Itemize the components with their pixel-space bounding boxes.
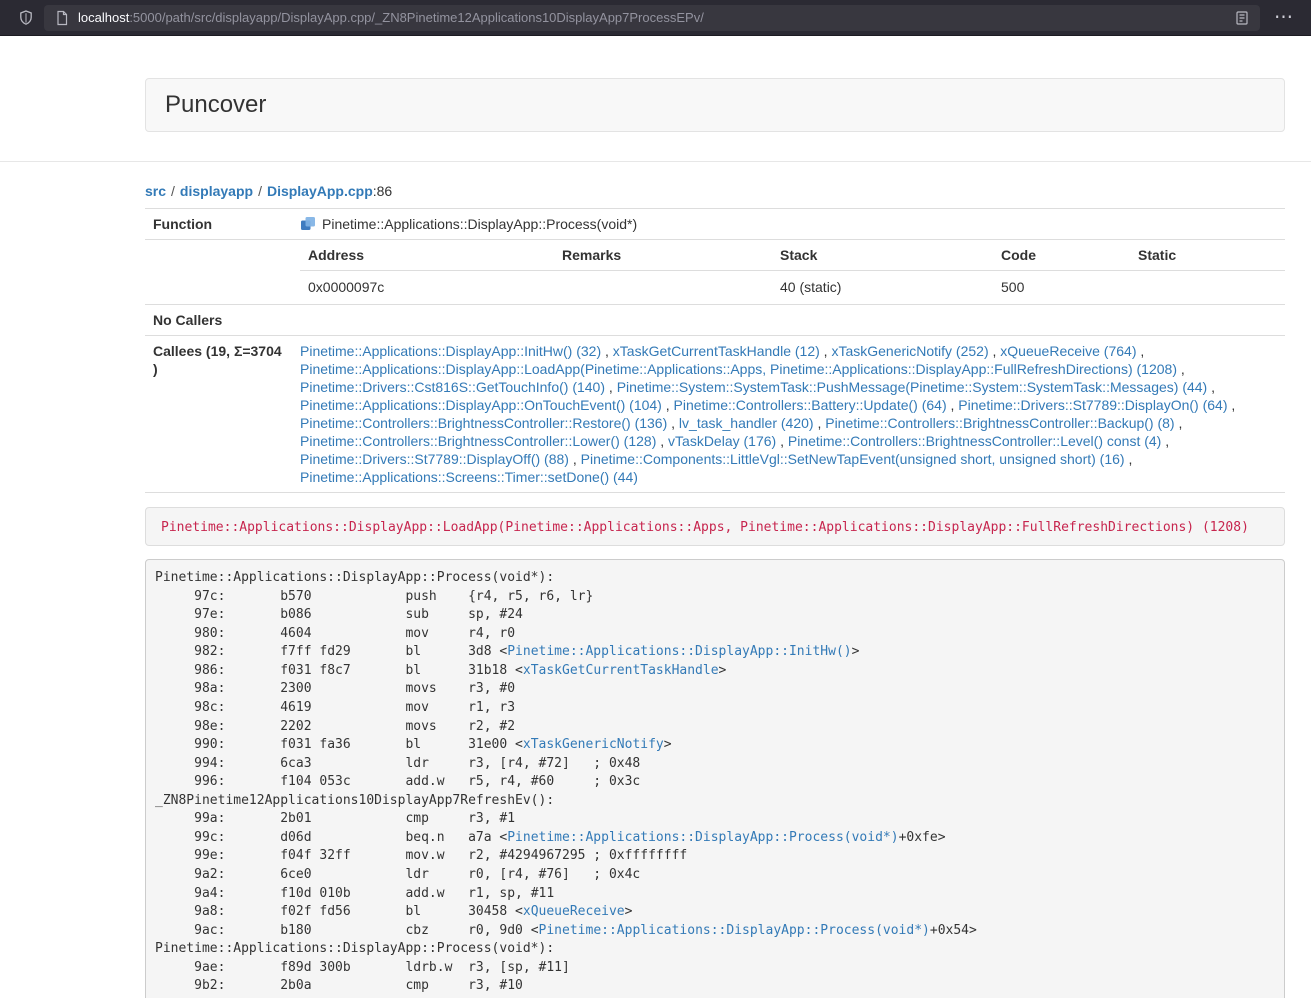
cell-code: 500: [993, 271, 1130, 305]
app-header-panel: Puncover: [145, 78, 1285, 132]
callee-link[interactable]: Pinetime::Applications::DisplayApp::OnTo…: [300, 397, 662, 413]
function-label: Function: [145, 209, 292, 240]
callee-link[interactable]: Pinetime::Drivers::St7789::DisplayOn() (…: [958, 397, 1227, 413]
callee-link[interactable]: Pinetime::Drivers::St7789::DisplayOff() …: [300, 451, 569, 467]
disassembly-symbol-link[interactable]: Pinetime::Applications::DisplayApp::Init…: [507, 644, 851, 659]
disassembly-symbol-link[interactable]: xTaskGetCurrentTaskHandle: [523, 663, 719, 678]
disassembly-code-block: Pinetime::Applications::DisplayApp::Proc…: [145, 559, 1285, 998]
callee-link[interactable]: Pinetime::Components::LittleVgl::SetNewT…: [581, 451, 1125, 467]
callee-link[interactable]: Pinetime::Applications::DisplayApp::Init…: [300, 343, 601, 359]
breadcrumb: src / displayapp / DisplayApp.cpp:86: [145, 183, 1285, 199]
page-title: Puncover: [165, 91, 266, 118]
callee-link[interactable]: Pinetime::Applications::DisplayApp::Load…: [300, 361, 1177, 377]
disassembly-symbol-link[interactable]: Pinetime::Applications::DisplayApp::Proc…: [539, 923, 930, 938]
callee-link[interactable]: Pinetime::Controllers::BrightnessControl…: [300, 415, 667, 431]
function-name: Pinetime::Applications::DisplayApp::Proc…: [322, 215, 637, 233]
stats-table: Address Remarks Stack Code Static 0x0000…: [300, 240, 1285, 304]
function-row: Function Pinetime::Applications::Display…: [145, 209, 1285, 240]
table-row: 0x0000097c 40 (static) 500: [300, 271, 1285, 305]
url-domain: localhost: [78, 10, 129, 25]
breadcrumb-separator: /: [171, 183, 175, 199]
column-header-remarks: Remarks: [554, 240, 772, 271]
url-bar[interactable]: localhost:5000/path/src/displayapp/Displ…: [44, 5, 1260, 31]
function-table: Function Pinetime::Applications::Display…: [145, 208, 1285, 493]
stats-row: Address Remarks Stack Code Static 0x0000…: [145, 240, 1285, 305]
disassembly-symbol-link[interactable]: xTaskGenericNotify: [523, 737, 664, 752]
callee-link[interactable]: xTaskGetCurrentTaskHandle (12): [613, 343, 820, 359]
cell-remarks: [554, 271, 772, 305]
callee-link[interactable]: Pinetime::Applications::Screens::Timer::…: [300, 469, 638, 485]
cell-stack: 40 (static): [772, 271, 993, 305]
function-type-icon: [300, 216, 316, 232]
cell-static: [1130, 271, 1285, 305]
callees-list: Pinetime::Applications::DisplayApp::Init…: [292, 336, 1285, 493]
no-callers-label: No Callers: [145, 305, 292, 336]
shield-icon[interactable]: [18, 10, 34, 26]
breadcrumb-separator: /: [258, 183, 262, 199]
callees-row: Callees (19, Σ=3704 ) Pinetime::Applicat…: [145, 336, 1285, 493]
disassembly-symbol-link[interactable]: xQueueReceive: [523, 904, 625, 919]
highlighted-callee-code: Pinetime::Applications::DisplayApp::Load…: [161, 520, 1249, 535]
url-path: :5000/path/src/displayapp/DisplayApp.cpp…: [129, 10, 704, 25]
reader-mode-icon[interactable]: [1234, 10, 1250, 26]
breadcrumb-link-file[interactable]: DisplayApp.cpp: [267, 183, 373, 199]
browser-toolbar: localhost:5000/path/src/displayapp/Displ…: [0, 0, 1311, 36]
callee-link[interactable]: vTaskDelay (176): [668, 433, 776, 449]
callee-link[interactable]: Pinetime::Controllers::Battery::Update()…: [674, 397, 947, 413]
callee-link[interactable]: Pinetime::Controllers::BrightnessControl…: [300, 433, 656, 449]
column-header-address: Address: [300, 240, 554, 271]
callees-label: Callees (19, Σ=3704 ): [145, 336, 292, 493]
callee-link[interactable]: Pinetime::Drivers::Cst816S::GetTouchInfo…: [300, 379, 605, 395]
callee-link[interactable]: Pinetime::Controllers::BrightnessControl…: [825, 415, 1174, 431]
more-actions-icon[interactable]: ⋯: [1270, 8, 1297, 27]
url-text[interactable]: localhost:5000/path/src/displayapp/Displ…: [78, 10, 1226, 25]
highlighted-callee-panel: Pinetime::Applications::DisplayApp::Load…: [145, 507, 1285, 546]
callee-link[interactable]: Pinetime::System::SystemTask::PushMessag…: [617, 379, 1208, 395]
page-icon[interactable]: [54, 10, 70, 26]
page-divider: [0, 161, 1311, 162]
callee-link[interactable]: lv_task_handler (420): [679, 415, 814, 431]
breadcrumb-link-src[interactable]: src: [145, 183, 166, 199]
column-header-static: Static: [1130, 240, 1285, 271]
column-header-code: Code: [993, 240, 1130, 271]
disassembly-symbol-link[interactable]: Pinetime::Applications::DisplayApp::Proc…: [507, 830, 898, 845]
column-header-stack: Stack: [772, 240, 993, 271]
callee-link[interactable]: Pinetime::Controllers::BrightnessControl…: [788, 433, 1161, 449]
cell-address: 0x0000097c: [300, 271, 554, 305]
breadcrumb-link-displayapp[interactable]: displayapp: [180, 183, 253, 199]
no-callers-row: No Callers: [145, 305, 1285, 336]
callee-link[interactable]: xTaskGenericNotify (252): [831, 343, 988, 359]
callee-link[interactable]: xQueueReceive (764): [1000, 343, 1136, 359]
breadcrumb-line-number: :86: [373, 183, 392, 199]
